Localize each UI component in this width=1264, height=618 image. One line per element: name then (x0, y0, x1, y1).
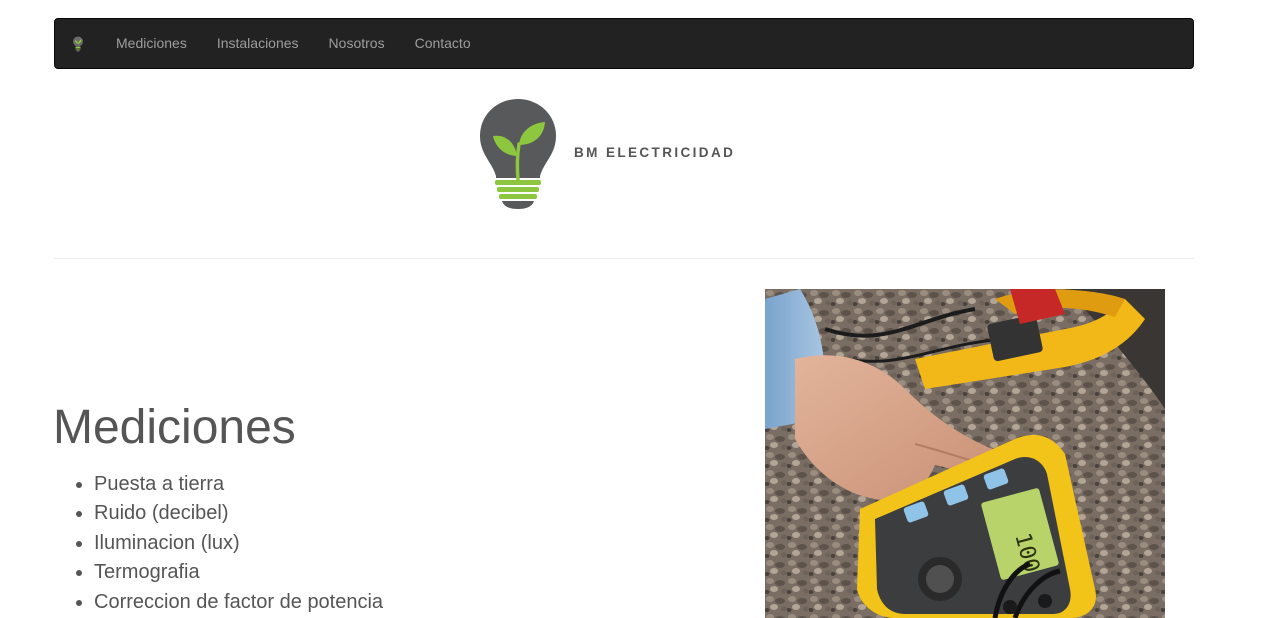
company-logo: BM ELECTRICIDAD (478, 98, 768, 212)
lightbulb-leaf-icon (73, 36, 83, 51)
top-navbar: Mediciones Instalaciones Nosotros Contac… (54, 18, 1194, 69)
nav-item-mediciones[interactable]: Mediciones (101, 19, 202, 68)
nav-item-contacto[interactable]: Contacto (400, 19, 486, 68)
nav-brand-link[interactable] (55, 19, 101, 68)
earth-ground-tester-photo: 100 (765, 289, 1165, 618)
lightbulb-leaf-icon (480, 99, 556, 209)
measurements-list: Puesta a tierra Ruido (decibel) Iluminac… (54, 470, 383, 617)
list-item: Correccion de factor de potencia (94, 588, 383, 617)
nav-item-instalaciones[interactable]: Instalaciones (202, 19, 314, 68)
list-item: Termografia (94, 558, 383, 587)
logo-text: BM ELECTRICIDAD (574, 145, 736, 160)
page-title: Mediciones (53, 401, 296, 454)
nav-item-nosotros[interactable]: Nosotros (314, 19, 400, 68)
list-item: Iluminacion (lux) (94, 529, 383, 558)
list-item: Puesta a tierra (94, 470, 383, 499)
list-item: Ruido (decibel) (94, 499, 383, 528)
header-divider (54, 258, 1194, 259)
